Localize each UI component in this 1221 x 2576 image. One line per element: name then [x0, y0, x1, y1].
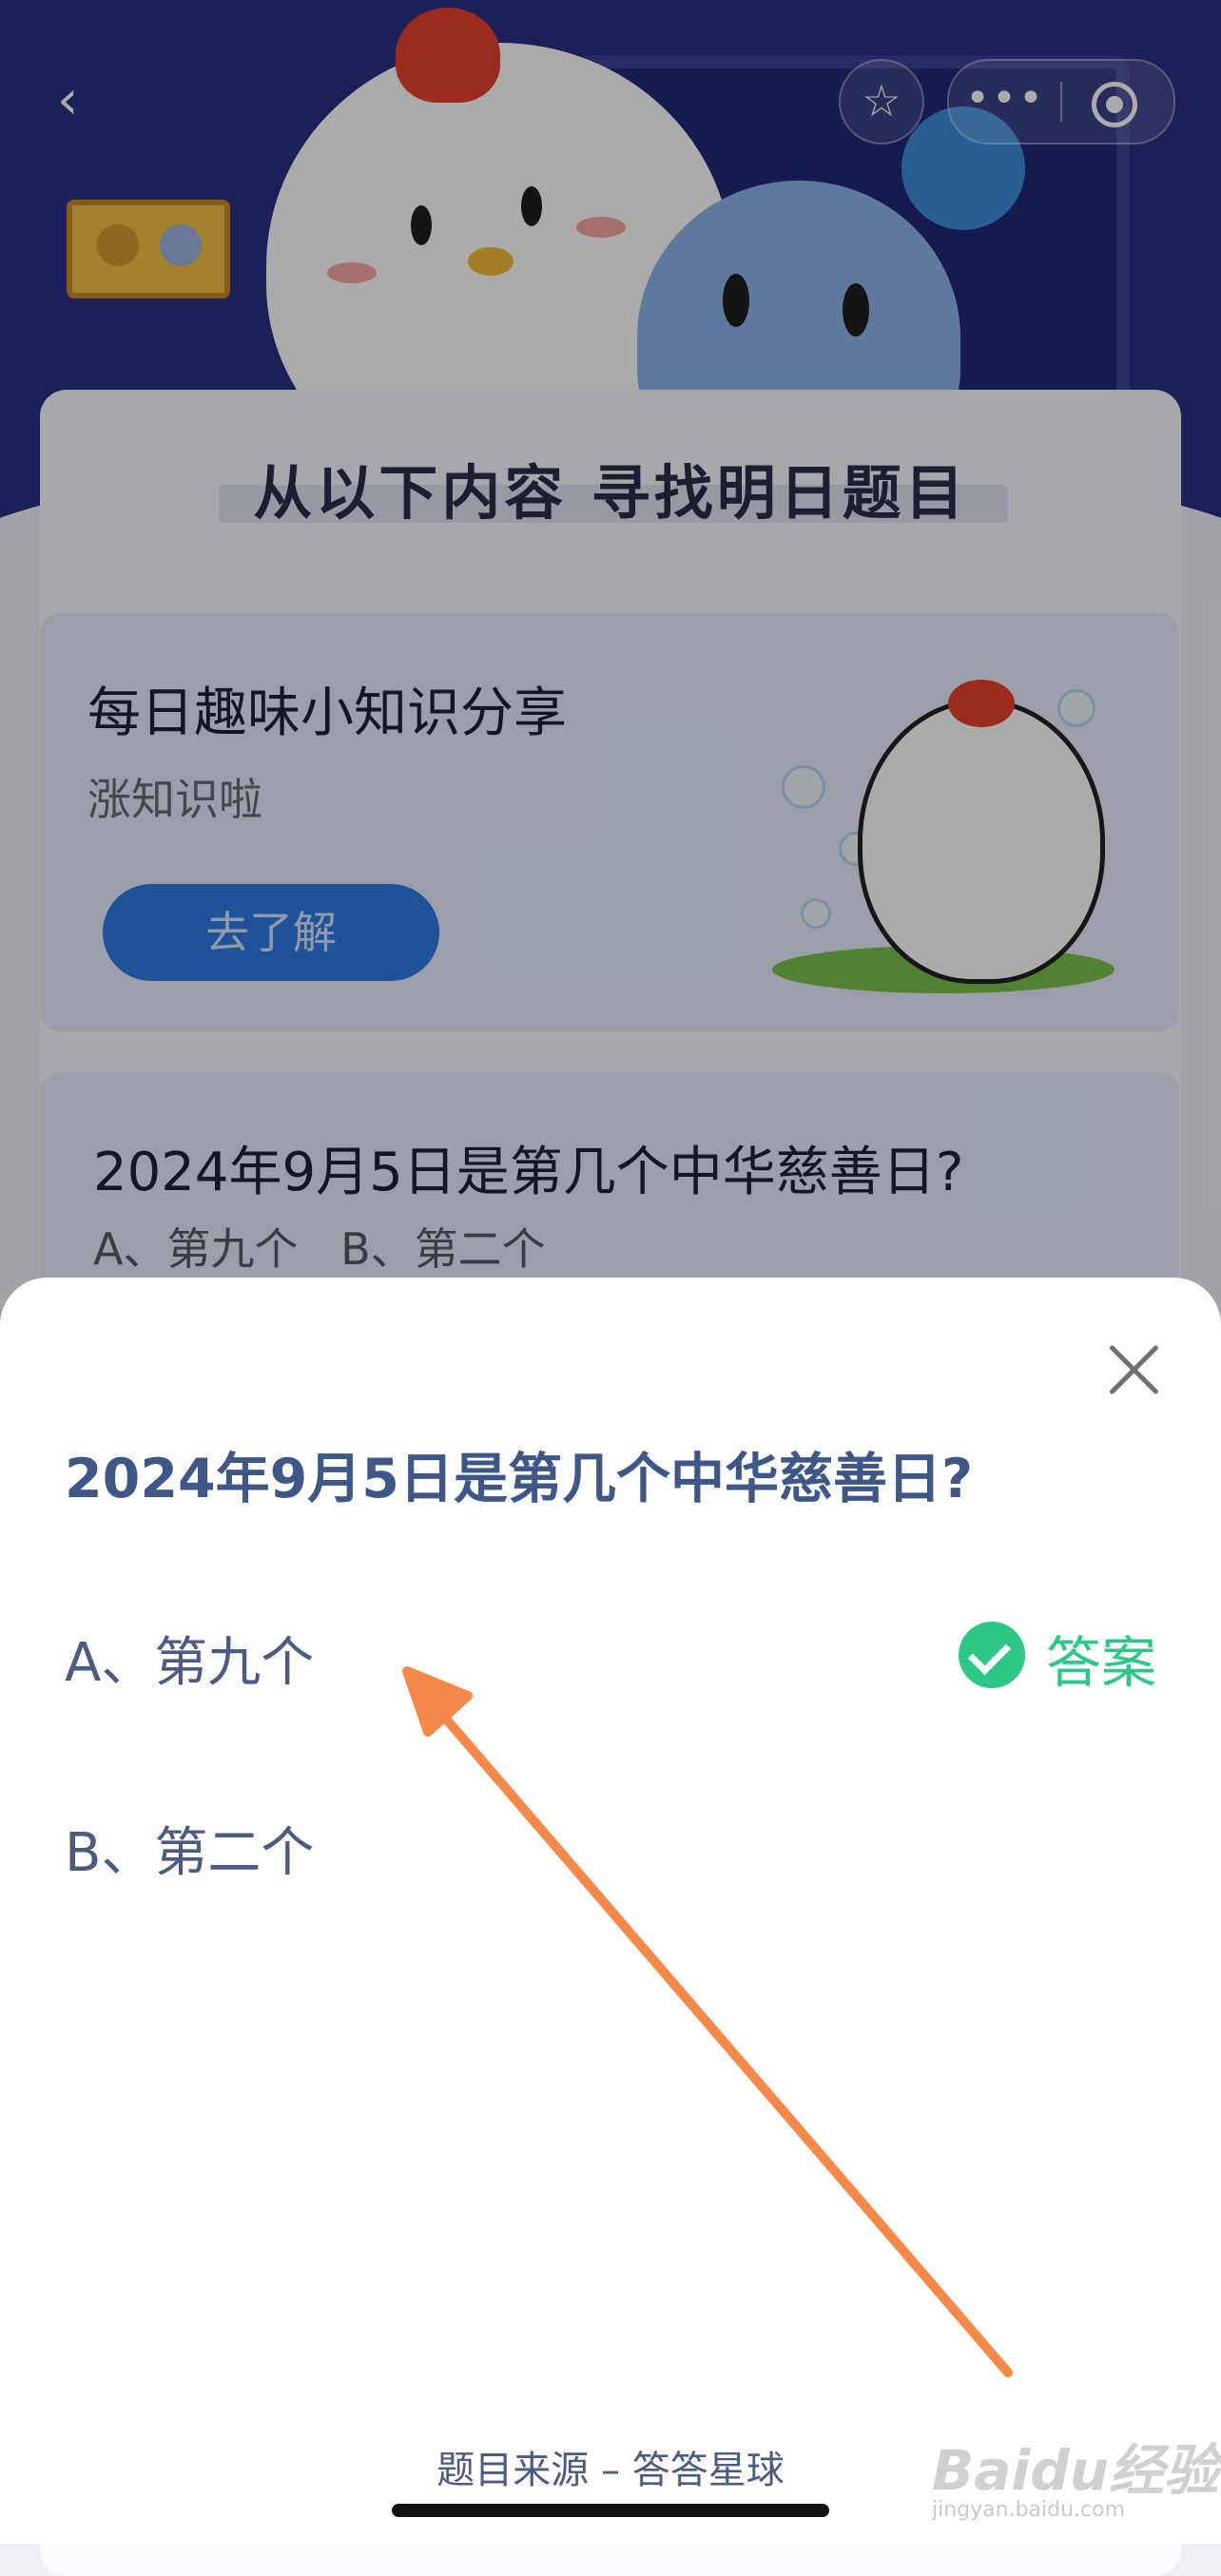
option-b[interactable]: B、第二个: [65, 1810, 314, 1887]
watermark-logo: Baidu经验: [932, 2438, 1220, 2503]
sheet-question: 2024年9月5日是第几个中华慈善日?: [65, 1448, 974, 1510]
close-icon[interactable]: [1099, 1335, 1170, 1405]
watermark-url: jingyan.baidu.com: [932, 2498, 1126, 2522]
option-a[interactable]: A、第九个: [65, 1620, 314, 1697]
home-indicator: [392, 2504, 829, 2517]
check-circle-icon: [959, 1622, 1025, 1688]
answer-label: 答案: [1046, 1630, 1157, 1695]
answer-sheet: 2024年9月5日是第几个中华慈善日? A、第九个 答案 B、第二个 题目来源 …: [0, 1278, 1221, 2544]
